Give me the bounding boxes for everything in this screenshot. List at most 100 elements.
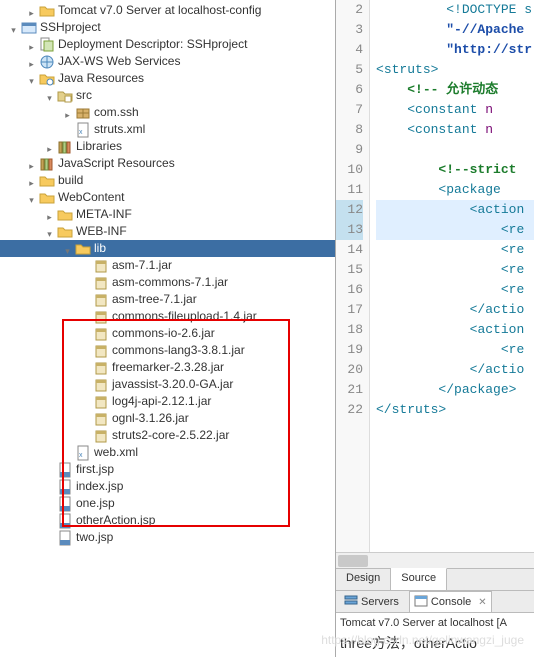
tree-item[interactable]: ▾WEB-INF [0, 223, 335, 240]
code-token: n [485, 122, 493, 137]
view-console[interactable]: Console ✕ [409, 591, 492, 613]
chevron-down-icon[interactable]: ▾ [44, 226, 55, 237]
tree-item[interactable]: ▸com.ssh [0, 104, 335, 121]
tree-item-label: freemarker-2.3.28.jar [112, 359, 224, 376]
tree-item[interactable]: asm-tree-7.1.jar [0, 291, 335, 308]
server-status-line[interactable]: Tomcat v7.0 Server at localhost [A [340, 615, 530, 631]
code-token: </ [438, 382, 454, 397]
line-number: 19 [336, 340, 363, 360]
tree-item[interactable]: otherAction.jsp [0, 512, 335, 529]
tree-item[interactable]: ▸Deployment Descriptor: SSHproject [0, 36, 335, 53]
chevron-right-icon[interactable]: ▸ [44, 209, 55, 220]
tree-item[interactable]: ▸Libraries [0, 138, 335, 155]
folder-icon [39, 3, 55, 19]
tree-item[interactable]: ▸build [0, 172, 335, 189]
code-line[interactable]: <re [376, 240, 534, 260]
project-explorer[interactable]: ▸Tomcat v7.0 Server at localhost-config▾… [0, 0, 335, 657]
close-icon[interactable]: ✕ [478, 597, 486, 608]
tree-item[interactable]: asm-commons-7.1.jar [0, 274, 335, 291]
code-line[interactable]: </actio [376, 300, 534, 320]
chevron-right-icon[interactable]: ▸ [62, 107, 73, 118]
code-line[interactable]: </package> [376, 380, 534, 400]
code-line[interactable]: <re [376, 280, 534, 300]
tab-design[interactable]: Design [336, 569, 391, 590]
code-line[interactable]: <constant n [376, 100, 534, 120]
code-token: constant [415, 102, 477, 117]
chevron-right-icon[interactable]: ▸ [26, 5, 37, 16]
tree-item[interactable]: xstruts.xml [0, 121, 335, 138]
tree-item[interactable]: ▾src [0, 87, 335, 104]
tree-item[interactable]: one.jsp [0, 495, 335, 512]
tree-item[interactable]: javassist-3.20.0-GA.jar [0, 376, 335, 393]
chevron-right-icon[interactable]: ▸ [26, 175, 37, 186]
code-token [376, 182, 438, 197]
code-token: package [446, 182, 501, 197]
code-line[interactable]: <re [376, 340, 534, 360]
tree-item[interactable]: ▸JavaScript Resources [0, 155, 335, 172]
tree-item[interactable]: two.jsp [0, 529, 335, 546]
tree-item[interactable]: commons-io-2.6.jar [0, 325, 335, 342]
tree-item[interactable]: first.jsp [0, 461, 335, 478]
code-token: package [454, 382, 509, 397]
tree-item[interactable]: ▸Tomcat v7.0 Server at localhost-config [0, 2, 335, 19]
code-token [376, 222, 501, 237]
code-token: re [509, 342, 525, 357]
chevron-down-icon[interactable]: ▾ [26, 73, 37, 84]
tree-item-label: asm-commons-7.1.jar [112, 274, 228, 291]
tree-item-label: Java Resources [58, 70, 144, 87]
code-line[interactable]: <action [376, 320, 534, 340]
code-line[interactable]: <!DOCTYPE s [376, 0, 534, 20]
code-line[interactable]: </struts> [376, 400, 534, 420]
tree-item[interactable]: ▾ Java Resources [0, 70, 335, 87]
tree-item[interactable]: index.jsp [0, 478, 335, 495]
chevron-right-icon[interactable]: ▸ [26, 39, 37, 50]
tree-item-label: web.xml [94, 444, 138, 461]
tree-item[interactable]: ▸META-INF [0, 206, 335, 223]
tree-item[interactable]: ▾lib [0, 240, 335, 257]
bottom-views-bar[interactable]: Servers Console ✕ [336, 590, 534, 612]
chevron-right-icon[interactable]: ▸ [26, 158, 37, 169]
chevron-right-icon[interactable]: ▸ [26, 56, 37, 67]
code-line[interactable]: "-//Apache [376, 20, 534, 40]
code-line[interactable]: <!-- 允许动态 [376, 80, 534, 100]
code-line[interactable]: <action [376, 200, 534, 220]
code-line[interactable]: <struts> [376, 60, 534, 80]
editor-area[interactable]: 2345678910111213141516171819202122 <!DOC… [336, 0, 534, 568]
editor-code[interactable]: <!DOCTYPE s "-//Apache "http://str<strut… [370, 0, 534, 568]
arrow-placeholder [80, 413, 91, 424]
tree-item[interactable]: ognl-3.1.26.jar [0, 410, 335, 427]
view-servers[interactable]: Servers [340, 591, 403, 612]
code-line[interactable]: <package [376, 180, 534, 200]
chevron-down-icon[interactable]: ▾ [44, 90, 55, 101]
tree-item[interactable]: xweb.xml [0, 444, 335, 461]
project-tree[interactable]: ▸Tomcat v7.0 Server at localhost-config▾… [0, 2, 335, 546]
chevron-right-icon[interactable]: ▸ [44, 141, 55, 152]
code-line[interactable]: "http://str [376, 40, 534, 60]
editor-bottom-tabs[interactable]: Design Source [336, 568, 534, 590]
tree-item[interactable]: log4j-api-2.12.1.jar [0, 393, 335, 410]
line-number: 9 [336, 140, 363, 160]
tree-item[interactable]: ▸JAX-WS Web Services [0, 53, 335, 70]
chevron-down-icon[interactable]: ▾ [62, 243, 73, 254]
chevron-down-icon[interactable]: ▾ [8, 22, 19, 33]
code-line[interactable]: <constant n [376, 120, 534, 140]
code-line[interactable]: </actio [376, 360, 534, 380]
tree-item[interactable]: ▾SSHproject [0, 19, 335, 36]
tree-item[interactable]: struts2-core-2.5.22.jar [0, 427, 335, 444]
tree-item[interactable]: commons-lang3-3.8.1.jar [0, 342, 335, 359]
code-line[interactable]: <re [376, 260, 534, 280]
code-line[interactable]: <!--strict [376, 160, 534, 180]
code-line[interactable]: <re [376, 220, 534, 240]
editor-horizontal-scrollbar[interactable] [336, 552, 534, 568]
code-line[interactable] [376, 140, 534, 160]
chevron-down-icon[interactable]: ▾ [26, 192, 37, 203]
tab-source[interactable]: Source [391, 568, 447, 590]
tree-item-label: index.jsp [76, 478, 123, 495]
tree-item[interactable]: freemarker-2.3.28.jar [0, 359, 335, 376]
jar-icon [93, 377, 109, 393]
tree-item[interactable]: ▾WebContent [0, 189, 335, 206]
tree-item[interactable]: commons-fileupload-1.4.jar [0, 308, 335, 325]
tree-item[interactable]: asm-7.1.jar [0, 257, 335, 274]
xml-icon: x [75, 122, 91, 138]
scrollbar-thumb[interactable] [338, 555, 368, 567]
